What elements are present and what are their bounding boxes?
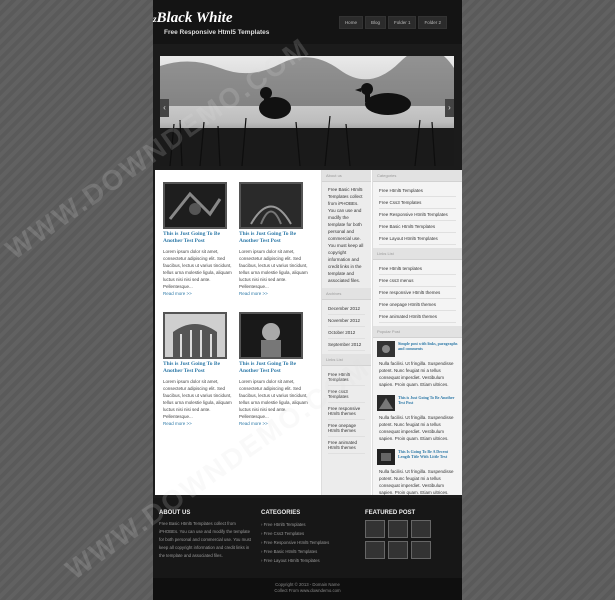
read-more-link[interactable]: Read more >> — [163, 421, 233, 426]
logo-text: Black White — [156, 10, 233, 26]
nav-home[interactable]: Home — [338, 16, 363, 29]
category-item[interactable]: Free Html5 Templates — [379, 185, 456, 197]
links-list: Free Html5 templates Free css3 menus Fre… — [373, 260, 462, 326]
category-item[interactable]: Free Layout Html5 Templates — [379, 233, 456, 245]
footer-category-item[interactable]: › Free Responsive Html5 Templates — [261, 538, 356, 547]
archive-item[interactable]: December 2012 — [328, 303, 365, 315]
link-item[interactable]: Free Html5 templates — [379, 263, 456, 275]
archive-item[interactable]: October 2012 — [328, 327, 365, 339]
widget-title-links: Links List — [373, 248, 462, 260]
featured-thumbnails — [365, 520, 455, 559]
post-thumbnail[interactable] — [163, 312, 227, 359]
post-title[interactable]: This is Just Going To Be Another Test Po… — [163, 361, 233, 375]
main-nav: Home Blog Folder 1 Folder 2 — [338, 16, 447, 29]
link-item[interactable]: Free animated Html5 themes — [379, 311, 456, 323]
main-content: This is Just Going To Be Another Test Po… — [155, 170, 462, 495]
footer-category-item[interactable]: › Free Basic Html5 Templates — [261, 547, 356, 556]
footer-category-item[interactable]: › Free Css3 Templates — [261, 529, 356, 538]
post-thumbnail[interactable] — [163, 182, 227, 229]
featured-thumbnail[interactable] — [388, 541, 408, 559]
post-card: This is Just Going To Be Another Test Po… — [163, 182, 233, 296]
archive-item[interactable]: September 2012 — [328, 339, 365, 351]
featured-thumbnail[interactable] — [365, 520, 385, 538]
sidebar-right: Categories Free Html5 Templates Free Css… — [372, 170, 462, 495]
footer-about-text: Free Basic Html5 Templates collect from … — [159, 521, 251, 558]
post-thumbnail[interactable] — [239, 182, 303, 229]
post-card: This is Just Going To Be Another Test Po… — [239, 182, 309, 296]
nav-blog[interactable]: Blog — [364, 16, 386, 29]
site-header: zBlack White Free Responsive Html5 Templ… — [153, 0, 462, 44]
nav-folder-1[interactable]: Folder 1 — [387, 16, 417, 29]
footer-categories-title: CATEGORIES — [261, 510, 301, 516]
link-item[interactable]: Free onepage Html5 themes — [328, 420, 365, 437]
slider-prev-icon[interactable]: ‹ — [160, 99, 169, 117]
site-wrapper: zBlack White Free Responsive Html5 Templ… — [153, 0, 462, 600]
popular-post: Simple post with links, paragraphs and c… — [373, 338, 462, 360]
post-title[interactable]: This is Just Going To Be Another Test Po… — [163, 231, 233, 245]
link-item[interactable]: Free responsive Html5 themes — [379, 287, 456, 299]
footer-category-item[interactable]: › Free Layout Html5 Templates — [261, 556, 356, 565]
popular-text: Nulla facilisi. Ut fringilla. Suspendiss… — [379, 415, 454, 441]
featured-thumbnail[interactable] — [365, 541, 385, 559]
footer-category-item[interactable]: › Free Html5 Templates — [261, 520, 356, 529]
popular-thumbnail[interactable] — [377, 395, 395, 411]
site-logo[interactable]: zBlack White — [153, 10, 233, 27]
popular-text: Nulla facilisi. Ut fringilla. Suspendiss… — [379, 469, 454, 495]
popular-title[interactable]: This Is Going To Be A Decent Length Titl… — [398, 449, 458, 459]
popular-title[interactable]: Simple post with links, paragraphs and c… — [398, 341, 458, 351]
footer-featured: FEATURED POST — [365, 510, 455, 559]
post-card: This is Just Going To Be Another Test Po… — [163, 312, 233, 426]
widget-title-archives: Archives — [322, 288, 371, 300]
category-item[interactable]: Free Basic Html5 Templates — [379, 221, 456, 233]
link-item[interactable]: Free animated Html5 themes — [328, 437, 365, 454]
popular-thumbnail[interactable] — [377, 341, 395, 357]
post-excerpt: Lorem ipsum dolor sit amet, consectetur … — [163, 249, 232, 289]
post-excerpt: Lorem ipsum dolor sit amet, consectetur … — [239, 249, 308, 289]
widget-title-popular: Popular Post — [373, 326, 462, 338]
featured-thumbnail[interactable] — [411, 520, 431, 538]
slider-next-icon[interactable]: › — [445, 99, 454, 117]
category-item[interactable]: Free Css3 Templates — [379, 197, 456, 209]
nav-folder-2[interactable]: Folder 2 — [418, 16, 447, 29]
credit-link[interactable]: Collect From www.downdemo.com — [153, 588, 462, 594]
post-title[interactable]: This is Just Going To Be Another Test Po… — [239, 361, 309, 375]
link-item[interactable]: Free css3 menus — [379, 275, 456, 287]
featured-thumbnail[interactable] — [388, 520, 408, 538]
popular-text: Nulla facilisi. Ut fringilla. Suspendiss… — [379, 361, 454, 387]
copyright-bar: Copyright © 2013 - Domain Name Collect F… — [153, 578, 462, 600]
post-thumbnail[interactable] — [239, 312, 303, 359]
link-item[interactable]: Free onepage Html5 themes — [379, 299, 456, 311]
widget-title-about: About us — [322, 170, 371, 182]
categories-list: Free Html5 Templates Free Css3 Templates… — [373, 182, 462, 248]
popular-post: This Is Going To Be A Decent Length Titl… — [373, 446, 462, 468]
sidebar-middle: About us Free Basic Html5 Templates coll… — [321, 170, 371, 495]
read-more-link[interactable]: Read more >> — [163, 291, 233, 296]
site-tagline: Free Responsive Html5 Templates — [164, 29, 270, 36]
widget-title-categories: Categories — [373, 170, 462, 182]
popular-title[interactable]: This is Just Going To Be Another Test Po… — [398, 395, 458, 405]
site-footer: ABOUT US Free Basic Html5 Templates coll… — [153, 498, 462, 578]
about-text: Free Basic Html5 Templates collect from … — [328, 187, 364, 283]
read-more-link[interactable]: Read more >> — [239, 291, 309, 296]
category-item[interactable]: Free Responsive Html5 Templates — [379, 209, 456, 221]
popular-post: This is Just Going To Be Another Test Po… — [373, 392, 462, 414]
footer-featured-title: FEATURED POST — [365, 510, 416, 516]
featured-thumbnail[interactable] — [411, 541, 431, 559]
post-title[interactable]: This is Just Going To Be Another Test Po… — [239, 231, 309, 245]
popular-thumbnail[interactable] — [377, 449, 395, 465]
footer-categories: CATEGORIES › Free Html5 Templates › Free… — [261, 510, 356, 565]
archives-list: December 2012 November 2012 October 2012… — [322, 300, 371, 354]
archive-item[interactable]: November 2012 — [328, 315, 365, 327]
post-excerpt: Lorem ipsum dolor sit amet, consectetur … — [163, 379, 232, 419]
